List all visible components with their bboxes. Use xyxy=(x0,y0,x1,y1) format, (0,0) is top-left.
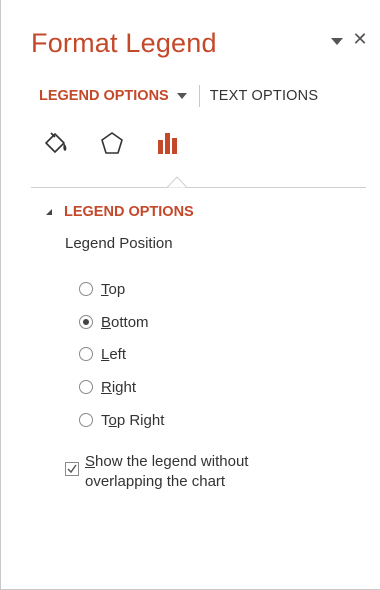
legend-options-section-header[interactable]: LEGEND OPTIONS xyxy=(45,204,194,220)
radio-top-right[interactable]: Top Right xyxy=(79,409,164,431)
radio-top-right-label: Top Right xyxy=(101,411,165,429)
legend-options-bars-icon[interactable] xyxy=(151,126,185,160)
radio-top-label: Top xyxy=(101,280,126,298)
radio-left[interactable]: Left xyxy=(79,343,126,365)
chevron-down-icon xyxy=(176,93,187,99)
tab-divider xyxy=(198,85,200,107)
checkmark-icon xyxy=(67,464,77,474)
radio-bottom[interactable]: Bottom xyxy=(79,311,149,333)
format-legend-pane: Format Legend ✕ LEGEND OPTIONS TEXT OPTI… xyxy=(0,0,380,590)
options-tabs: LEGEND OPTIONS TEXT OPTIONS xyxy=(39,84,318,108)
section-divider xyxy=(31,187,366,188)
collapse-triangle-icon xyxy=(46,209,52,215)
legend-position-label: Legend Position xyxy=(65,235,173,252)
radio-button-selected[interactable] xyxy=(79,315,93,329)
pane-title: Format Legend xyxy=(31,28,217,58)
tab-legend-options[interactable]: LEGEND OPTIONS xyxy=(39,88,187,104)
radio-button[interactable] xyxy=(79,413,93,427)
radio-button[interactable] xyxy=(79,380,93,394)
show-legend-without-overlap-checkbox-row[interactable]: Show the legend without overlapping the … xyxy=(65,452,248,492)
close-icon[interactable]: ✕ xyxy=(351,30,369,48)
tab-legend-options-label: LEGEND OPTIONS xyxy=(39,88,169,104)
category-icon-row xyxy=(39,126,207,160)
dropdown-caret-icon[interactable] xyxy=(331,38,343,46)
radio-right-label: Right xyxy=(101,378,137,396)
active-tab-notch xyxy=(167,176,187,188)
effects-pentagon-icon[interactable] xyxy=(95,126,129,160)
checkbox[interactable] xyxy=(65,462,79,476)
radio-button[interactable] xyxy=(79,347,93,361)
radio-bottom-label: Bottom xyxy=(101,313,149,331)
checkbox-label: Show the legend without overlapping the … xyxy=(85,453,249,490)
section-title: LEGEND OPTIONS xyxy=(64,204,194,220)
radio-button[interactable] xyxy=(79,282,93,296)
radio-top[interactable]: Top xyxy=(79,278,125,300)
radio-right[interactable]: Right xyxy=(79,376,136,398)
tab-text-options[interactable]: TEXT OPTIONS xyxy=(210,88,318,104)
fill-line-icon[interactable] xyxy=(39,126,73,160)
radio-left-label: Left xyxy=(101,345,127,363)
